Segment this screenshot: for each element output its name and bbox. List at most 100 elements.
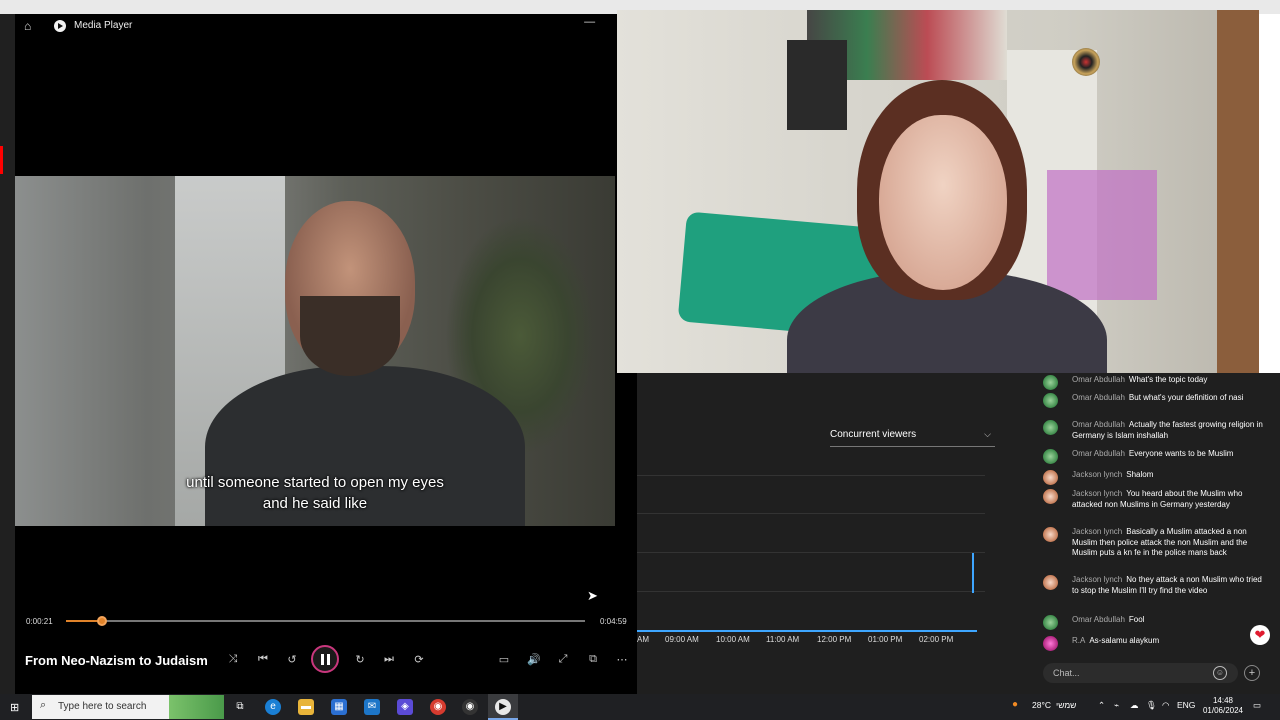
- chart-baseline: [637, 630, 977, 632]
- chat-author[interactable]: Omar Abdullah: [1072, 449, 1125, 458]
- weather-temp[interactable]: 28°C: [1032, 700, 1051, 710]
- pause-button[interactable]: [311, 645, 339, 673]
- avatar[interactable]: [1043, 375, 1058, 390]
- task-view-icon[interactable]: ⧉: [232, 699, 248, 715]
- song-title: From Neo-Nazism to Judaism: [25, 653, 208, 668]
- chrome-profile-icon[interactable]: ◉: [462, 699, 478, 715]
- chart-gridline: [637, 475, 985, 476]
- subtitles-icon[interactable]: ▭: [497, 653, 511, 666]
- chat-author[interactable]: Jackson lynch: [1072, 575, 1122, 584]
- chat-input-placeholder: Chat...: [1053, 668, 1080, 678]
- chat-text: Shalom: [1126, 470, 1154, 479]
- avatar[interactable]: [1043, 575, 1058, 590]
- video-person-beard: [300, 296, 400, 376]
- home-icon[interactable]: ⌂: [24, 19, 40, 33]
- chat-author[interactable]: Jackson lynch: [1072, 489, 1122, 498]
- subtitle-line-1: until someone started to open my eyes: [186, 474, 444, 491]
- network-icon[interactable]: ⌁: [1114, 700, 1119, 711]
- total-time: 0:04:59: [600, 617, 627, 626]
- add-icon[interactable]: +: [1244, 665, 1260, 681]
- edge-icon[interactable]: e: [265, 699, 281, 715]
- chat-message: R.A As-salamu alaykum: [1043, 636, 1268, 651]
- windows-taskbar: ⊞ ⌕ Type here to search ⧉ e ▬ ▦ ✉ ◈ ◉ ◉ …: [0, 694, 1280, 720]
- chat-author[interactable]: Omar Abdullah: [1072, 420, 1125, 429]
- chat-message: Omar Abdullah Actually the fastest growin…: [1043, 420, 1268, 441]
- chat-author[interactable]: R.A: [1072, 636, 1085, 645]
- search-highlight-image: [169, 695, 224, 719]
- chrome-icon[interactable]: ◉: [430, 699, 446, 715]
- chat-message: Jackson lynch You heard about the Muslim …: [1043, 489, 1268, 510]
- live-chat-panel: Omar Abdullah What's the topic today Omar…: [1033, 373, 1280, 694]
- time-tick: 12:00 PM: [817, 635, 852, 644]
- cam-door: [1217, 10, 1259, 373]
- subtitle-line-2: and he said like: [262, 495, 368, 512]
- chat-author[interactable]: Omar Abdullah: [1072, 393, 1125, 402]
- webcam-feed: [617, 10, 1259, 373]
- avatar[interactable]: [1043, 420, 1058, 435]
- media-player-taskbar-button[interactable]: ▶: [488, 694, 518, 720]
- avatar[interactable]: [1043, 489, 1058, 504]
- mouse-cursor-icon: ➤: [587, 588, 598, 603]
- avatar[interactable]: [1043, 393, 1058, 408]
- visual-studio-icon[interactable]: ◈: [397, 699, 413, 715]
- chat-message: Omar Abdullah Everyone wants to be Muslim: [1043, 449, 1268, 464]
- weather-icon[interactable]: ●: [1012, 699, 1018, 710]
- rewind-10-icon[interactable]: ↺: [285, 653, 299, 666]
- chat-input[interactable]: Chat...: [1043, 663, 1238, 683]
- metric-dropdown[interactable]: Concurrent viewers ⌵: [830, 429, 995, 447]
- next-icon[interactable]: ⏭: [382, 653, 396, 666]
- notifications-icon[interactable]: ▭: [1253, 700, 1261, 711]
- store-icon[interactable]: ▦: [331, 699, 347, 715]
- fullscreen-icon[interactable]: ⤢: [556, 653, 570, 666]
- microphone-icon[interactable]: 🎙: [1146, 700, 1157, 711]
- avatar[interactable]: [1043, 527, 1058, 542]
- forward-30-icon[interactable]: ↻: [353, 653, 367, 666]
- start-icon[interactable]: ⊞: [10, 701, 19, 714]
- search-placeholder: Type here to search: [58, 701, 147, 712]
- file-explorer-icon[interactable]: ▬: [298, 699, 314, 715]
- chat-author[interactable]: Omar Abdullah: [1072, 615, 1125, 624]
- shuffle-icon[interactable]: ⤨: [226, 653, 240, 666]
- seek-bar-thumb[interactable]: [97, 616, 108, 626]
- repeat-icon[interactable]: ⟳: [412, 653, 426, 666]
- time-tick: 09:00 AM: [665, 635, 699, 644]
- previous-icon[interactable]: ⏮: [256, 653, 270, 666]
- tray-overflow-icon[interactable]: ⌃: [1098, 700, 1105, 711]
- media-player-titlebar: ⌂ Media Player — ☐: [15, 14, 637, 37]
- heart-icon[interactable]: ❤: [1250, 625, 1270, 645]
- chat-message: Jackson lynch No they attack a non Muslim…: [1043, 575, 1268, 596]
- miniplayer-icon[interactable]: ⧉: [586, 653, 600, 666]
- chat-message: Jackson lynch Basically a Muslim attacked…: [1043, 527, 1268, 559]
- time-tick: AM: [637, 635, 649, 644]
- chat-message: Omar Abdullah Fool: [1043, 615, 1268, 630]
- weather-description[interactable]: שמשי: [1056, 700, 1076, 710]
- minimize-icon[interactable]: —: [584, 16, 595, 29]
- avatar[interactable]: [1043, 615, 1058, 630]
- avatar[interactable]: [1043, 470, 1058, 485]
- chat-text: Everyone wants to be Muslim: [1128, 449, 1234, 458]
- taskbar-search[interactable]: ⌕ Type here to search: [32, 695, 224, 719]
- volume-icon[interactable]: 🔊: [527, 653, 541, 666]
- chat-author[interactable]: Jackson lynch: [1072, 527, 1122, 536]
- seek-bar[interactable]: [66, 616, 585, 626]
- more-options-icon[interactable]: ⋯: [615, 653, 629, 666]
- mail-icon[interactable]: ✉: [364, 699, 380, 715]
- chat-text: What's the topic today: [1128, 375, 1208, 384]
- chat-author[interactable]: Jackson lynch: [1072, 470, 1122, 479]
- search-icon: ⌕: [40, 699, 47, 711]
- language-indicator[interactable]: ENG: [1177, 700, 1195, 710]
- clock[interactable]: 14:48 01/06/2024: [1198, 696, 1248, 716]
- emoji-icon[interactable]: ☺: [1213, 666, 1227, 680]
- onedrive-icon[interactable]: ☁: [1130, 700, 1139, 711]
- video-frame[interactable]: until someone started to open my eyes an…: [15, 176, 615, 526]
- chart-time-axis: AM 09:00 AM 10:00 AM 11:00 AM 12:00 PM 0…: [637, 635, 1033, 647]
- chat-author[interactable]: Omar Abdullah: [1072, 375, 1125, 384]
- media-player-taskbar-icon: ▶: [495, 699, 511, 715]
- avatar[interactable]: [1043, 636, 1058, 651]
- avatar[interactable]: [1043, 449, 1058, 464]
- time-tick: 10:00 AM: [716, 635, 750, 644]
- chevron-down-icon: ⌵: [984, 429, 991, 439]
- chat-text: But what's your definition of nasi: [1128, 393, 1244, 402]
- time-tick: 01:00 PM: [868, 635, 903, 644]
- wifi-icon[interactable]: ◠: [1162, 700, 1169, 711]
